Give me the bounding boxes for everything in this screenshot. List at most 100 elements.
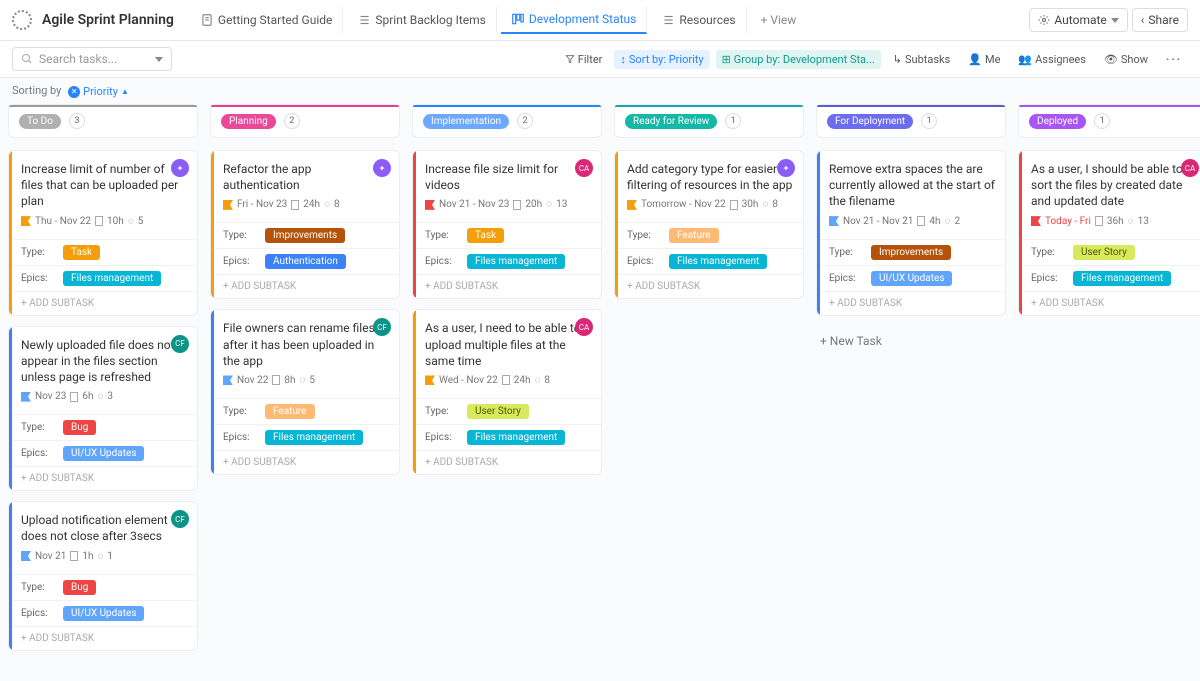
add-subtask[interactable]: + ADD SUBTASK [413, 274, 601, 298]
person-icon: 👤 [968, 53, 982, 66]
search-icon [21, 53, 33, 65]
avatar[interactable]: ✦ [373, 159, 391, 177]
type-tag: Improvements [871, 245, 951, 260]
sort-icon: ↕ [620, 53, 626, 66]
hourglass-icon [95, 216, 103, 226]
flag-icon [627, 200, 637, 210]
column-header[interactable]: To Do 3 [8, 104, 198, 138]
add-subtask[interactable]: + ADD SUBTASK [211, 274, 399, 298]
close-icon[interactable]: ✕ [68, 86, 80, 98]
sort-chip-label: Priority [83, 85, 118, 98]
status-pill: For Deployment [827, 114, 913, 129]
tab-resources[interactable]: Resources [651, 7, 746, 33]
flag-icon [223, 375, 233, 385]
task-card[interactable]: CF File owners can rename files after it… [210, 309, 400, 475]
flag-icon [1031, 216, 1041, 226]
app-title: Agile Sprint Planning [42, 12, 174, 28]
card-meta: Thu - Nov 22 10h ◌5 [21, 216, 187, 227]
card-title: Upload notification element does not clo… [21, 512, 187, 544]
sorting-label: Sorting by [12, 84, 61, 97]
tab-label: Development Status [529, 12, 637, 26]
group-label: Group by: Development Sta... [734, 53, 875, 66]
share-icon: ‹ [1141, 13, 1145, 27]
task-card[interactable]: CA As a user, I should be able to sort t… [1018, 150, 1200, 316]
add-subtask[interactable]: + ADD SUBTASK [9, 626, 197, 650]
column-header[interactable]: Ready for Review 1 [614, 104, 804, 138]
card-title: Remove extra spaces the are currently al… [829, 161, 995, 210]
task-card[interactable]: CF Upload notification element does not … [8, 501, 198, 650]
column-header[interactable]: Implementation 2 [412, 104, 602, 138]
me-button[interactable]: 👤 Me [962, 50, 1006, 69]
flag-icon [829, 216, 839, 226]
type-tag: Feature [265, 404, 315, 419]
column-header[interactable]: Deployed 1 [1018, 104, 1200, 138]
type-tag: User Story [467, 404, 529, 419]
show-button[interactable]: 👁 Show [1098, 50, 1154, 69]
assignees-label: Assignees [1035, 53, 1086, 66]
type-tag: Feature [669, 228, 719, 243]
task-card[interactable]: Remove extra spaces the are currently al… [816, 150, 1006, 316]
add-subtask[interactable]: + ADD SUBTASK [817, 291, 1005, 315]
card-title: File owners can rename files after it ha… [223, 320, 389, 369]
column-planning: Planning 2 ✦ Refactor the app authentica… [210, 104, 400, 661]
epic-tag: Files management [467, 430, 565, 445]
task-card[interactable]: CA As a user, I need to be able to uploa… [412, 309, 602, 475]
filter-icon [565, 54, 575, 64]
column-count: 2 [284, 113, 300, 129]
tab-development-status[interactable]: Development Status [501, 6, 648, 34]
avatar[interactable]: CF [171, 335, 189, 353]
task-card[interactable]: ✦ Add category type for easier filtering… [614, 150, 804, 299]
column-header[interactable]: For Deployment 1 [816, 104, 1006, 138]
add-subtask[interactable]: + ADD SUBTASK [9, 466, 197, 490]
add-subtask[interactable]: + ADD SUBTASK [1019, 291, 1200, 315]
group-button[interactable]: ⊞ Group by: Development Sta... [716, 50, 881, 69]
column-count: 1 [921, 113, 937, 129]
task-card[interactable]: CA Increase file size limit for videos N… [412, 150, 602, 299]
subtask-icon: ◌ [128, 216, 134, 227]
subtasks-label: Subtasks [905, 53, 950, 66]
show-label: Show [1121, 53, 1148, 66]
sort-button[interactable]: ↕ Sort by: Priority [614, 50, 709, 69]
epic-tag: UI/UX Updates [63, 446, 144, 461]
avatar[interactable]: ✦ [171, 159, 189, 177]
sorting-bar: Sorting by ✕ Priority ▲ [0, 78, 1200, 104]
flag-icon [21, 392, 31, 402]
status-pill: To Do [19, 114, 61, 129]
search-input[interactable]: Search tasks... [12, 47, 172, 71]
column-count: 2 [517, 113, 533, 129]
more-button[interactable]: ··· [1160, 50, 1188, 69]
add-subtask[interactable]: + ADD SUBTASK [211, 450, 399, 474]
tab-sprint-backlog[interactable]: Sprint Backlog Items [347, 7, 497, 33]
new-task-button[interactable]: + New Task [816, 326, 1006, 356]
kanban-board: To Do 3 ✦ Increase limit of number of fi… [0, 104, 1200, 681]
type-tag: Task [467, 228, 504, 243]
epic-tag: Files management [265, 430, 363, 445]
task-card[interactable]: ✦ Increase limit of number of files that… [8, 150, 198, 316]
group-icon: ⊞ [722, 53, 731, 66]
avatar[interactable]: CF [171, 510, 189, 528]
avatar[interactable]: ✦ [777, 159, 795, 177]
filter-button[interactable]: Filter [559, 50, 609, 69]
column-ready-review: Ready for Review 1 ✦ Add category type f… [614, 104, 804, 661]
add-subtask[interactable]: + ADD SUBTASK [615, 274, 803, 298]
tab-label: Getting Started Guide [218, 13, 332, 27]
assignees-button[interactable]: 👥 Assignees [1012, 50, 1092, 69]
task-card[interactable]: ✦ Refactor the app authentication Fri - … [210, 150, 400, 299]
card-title: Increase limit of number of files that c… [21, 161, 187, 210]
column-header[interactable]: Planning 2 [210, 104, 400, 138]
board-icon [511, 12, 525, 26]
task-card[interactable]: CF Newly uploaded file does not appear i… [8, 326, 198, 492]
avatar[interactable]: CA [1181, 159, 1199, 177]
automate-button[interactable]: Automate [1029, 8, 1127, 32]
avatar[interactable]: CA [575, 159, 593, 177]
add-view[interactable]: + View [751, 7, 807, 33]
subtasks-button[interactable]: ↳ Subtasks [887, 50, 957, 69]
type-tag: Bug [63, 580, 96, 595]
epic-tag: UI/UX Updates [63, 606, 144, 621]
add-subtask[interactable]: + ADD SUBTASK [9, 291, 197, 315]
tab-getting-started[interactable]: Getting Started Guide [190, 7, 343, 33]
share-button[interactable]: ‹ Share [1132, 8, 1188, 32]
sort-chip[interactable]: ✕ Priority ▲ [68, 85, 129, 98]
add-subtask[interactable]: + ADD SUBTASK [413, 450, 601, 474]
status-pill: Implementation [423, 114, 509, 129]
